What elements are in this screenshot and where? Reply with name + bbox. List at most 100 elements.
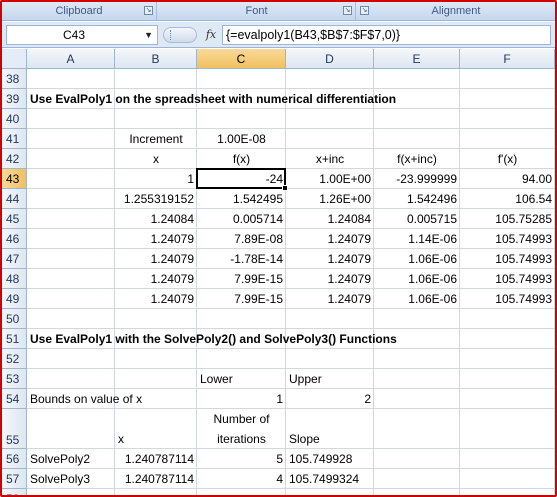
cell-f51[interactable] bbox=[460, 329, 555, 349]
column-header-a[interactable]: A bbox=[27, 49, 115, 69]
cell-d38[interactable] bbox=[286, 69, 374, 89]
cell-d52[interactable] bbox=[286, 349, 374, 369]
cell-a44[interactable] bbox=[27, 189, 115, 209]
row-header[interactable]: 48 bbox=[2, 269, 27, 289]
cell-d41[interactable] bbox=[286, 129, 374, 149]
cell-f58[interactable] bbox=[460, 489, 555, 495]
cell-e38[interactable] bbox=[374, 69, 460, 89]
table-row: 52 bbox=[2, 349, 555, 369]
column-header-f[interactable]: F bbox=[460, 49, 555, 69]
cell-a45[interactable] bbox=[27, 209, 115, 229]
row-header[interactable]: 58 bbox=[2, 489, 27, 495]
cell-e41[interactable] bbox=[374, 129, 460, 149]
cell-a46[interactable] bbox=[27, 229, 115, 249]
cell-e53[interactable] bbox=[374, 369, 460, 389]
cell-f57[interactable] bbox=[460, 469, 555, 489]
cell-f38[interactable] bbox=[460, 69, 555, 89]
cell-a58[interactable] bbox=[27, 489, 115, 495]
cell-e54[interactable] bbox=[374, 389, 460, 409]
cell-f39[interactable] bbox=[460, 89, 555, 109]
row-header[interactable]: 51 bbox=[2, 329, 27, 349]
cell-f54[interactable] bbox=[460, 389, 555, 409]
cell-c38[interactable] bbox=[197, 69, 286, 89]
cell-a53[interactable] bbox=[27, 369, 115, 389]
row-header[interactable]: 50 bbox=[2, 309, 27, 329]
insert-function-button[interactable]: fx bbox=[200, 25, 222, 45]
cell-a48[interactable] bbox=[27, 269, 115, 289]
cell-a50[interactable] bbox=[27, 309, 115, 329]
row-header[interactable]: 46 bbox=[2, 229, 27, 249]
cell-c52[interactable] bbox=[197, 349, 286, 369]
cell-value: 105.74993 bbox=[495, 272, 552, 286]
cell-e55[interactable] bbox=[374, 409, 460, 449]
cell-a42[interactable] bbox=[27, 149, 115, 169]
dialog-launcher-icon[interactable]: ↘ bbox=[144, 6, 153, 15]
cell-d40[interactable] bbox=[286, 109, 374, 129]
column-header-c[interactable]: C bbox=[197, 49, 286, 69]
cell-a43[interactable] bbox=[27, 169, 115, 189]
formula-bar-resize-handle[interactable] bbox=[163, 27, 197, 43]
cell-f55[interactable] bbox=[460, 409, 555, 449]
cell-c58[interactable] bbox=[197, 489, 286, 495]
row-header[interactable]: 52 bbox=[2, 349, 27, 369]
row-header[interactable]: 49 bbox=[2, 289, 27, 309]
cell-b40[interactable] bbox=[115, 109, 197, 129]
cell-d50[interactable] bbox=[286, 309, 374, 329]
cell-b58[interactable] bbox=[115, 489, 197, 495]
row-header[interactable]: 54 bbox=[2, 389, 27, 409]
row-header[interactable]: 44 bbox=[2, 189, 27, 209]
row-header[interactable]: 57 bbox=[2, 469, 27, 489]
row-header[interactable]: 42 bbox=[2, 149, 27, 169]
cell-b50[interactable] bbox=[115, 309, 197, 329]
active-cell-outline[interactable] bbox=[196, 168, 286, 189]
cell-value: 1.24084 bbox=[150, 212, 194, 226]
cell-f50[interactable] bbox=[460, 309, 555, 329]
fill-handle[interactable] bbox=[282, 185, 288, 191]
cell-e58[interactable] bbox=[374, 489, 460, 495]
cell-c50[interactable] bbox=[197, 309, 286, 329]
cell-e40[interactable] bbox=[374, 109, 460, 129]
row-header[interactable]: 55 bbox=[2, 409, 27, 449]
cell-a55[interactable] bbox=[27, 409, 115, 449]
cell-d58[interactable] bbox=[286, 489, 374, 495]
cell-b53[interactable] bbox=[115, 369, 197, 389]
cell-f41[interactable] bbox=[460, 129, 555, 149]
cell-f40[interactable] bbox=[460, 109, 555, 129]
cell-f52[interactable] bbox=[460, 349, 555, 369]
column-header-e[interactable]: E bbox=[374, 49, 460, 69]
cell-a38[interactable] bbox=[27, 69, 115, 89]
cell-f56[interactable] bbox=[460, 449, 555, 469]
ribbon-group-clipboard: Clipboard ↘ bbox=[2, 2, 157, 20]
cell-e52[interactable] bbox=[374, 349, 460, 369]
cell-e57[interactable] bbox=[374, 469, 460, 489]
cell-b52[interactable] bbox=[115, 349, 197, 369]
row-header[interactable]: 47 bbox=[2, 249, 27, 269]
dialog-launcher-icon[interactable]: ↘ bbox=[360, 6, 369, 15]
cell-a41[interactable] bbox=[27, 129, 115, 149]
cell-b38[interactable] bbox=[115, 69, 197, 89]
cell-c40[interactable] bbox=[197, 109, 286, 129]
cell-f53[interactable] bbox=[460, 369, 555, 389]
row-header[interactable]: 43 bbox=[2, 169, 27, 189]
row-header[interactable]: 39 bbox=[2, 89, 27, 109]
row-header[interactable]: 41 bbox=[2, 129, 27, 149]
name-box[interactable]: C43 ▼ bbox=[6, 25, 158, 45]
row-header[interactable]: 40 bbox=[2, 109, 27, 129]
column-header-d[interactable]: D bbox=[286, 49, 374, 69]
column-header-b[interactable]: B bbox=[115, 49, 197, 69]
cell-value: 1.00E-08 bbox=[217, 132, 266, 146]
cell-e56[interactable] bbox=[374, 449, 460, 469]
row-header[interactable]: 53 bbox=[2, 369, 27, 389]
row-header[interactable]: 45 bbox=[2, 209, 27, 229]
cell-a47[interactable] bbox=[27, 249, 115, 269]
cell-a49[interactable] bbox=[27, 289, 115, 309]
row-header[interactable]: 38 bbox=[2, 69, 27, 89]
cell-a52[interactable] bbox=[27, 349, 115, 369]
cell-e50[interactable] bbox=[374, 309, 460, 329]
dialog-launcher-icon[interactable]: ↘ bbox=[343, 6, 352, 15]
cell-a40[interactable] bbox=[27, 109, 115, 129]
formula-input[interactable]: {=evalpoly1(B43,$B$7:$F$7,0)} bbox=[222, 25, 551, 45]
row-header[interactable]: 56 bbox=[2, 449, 27, 469]
chevron-down-icon[interactable]: ▼ bbox=[144, 26, 153, 44]
select-all-corner[interactable] bbox=[2, 49, 27, 69]
